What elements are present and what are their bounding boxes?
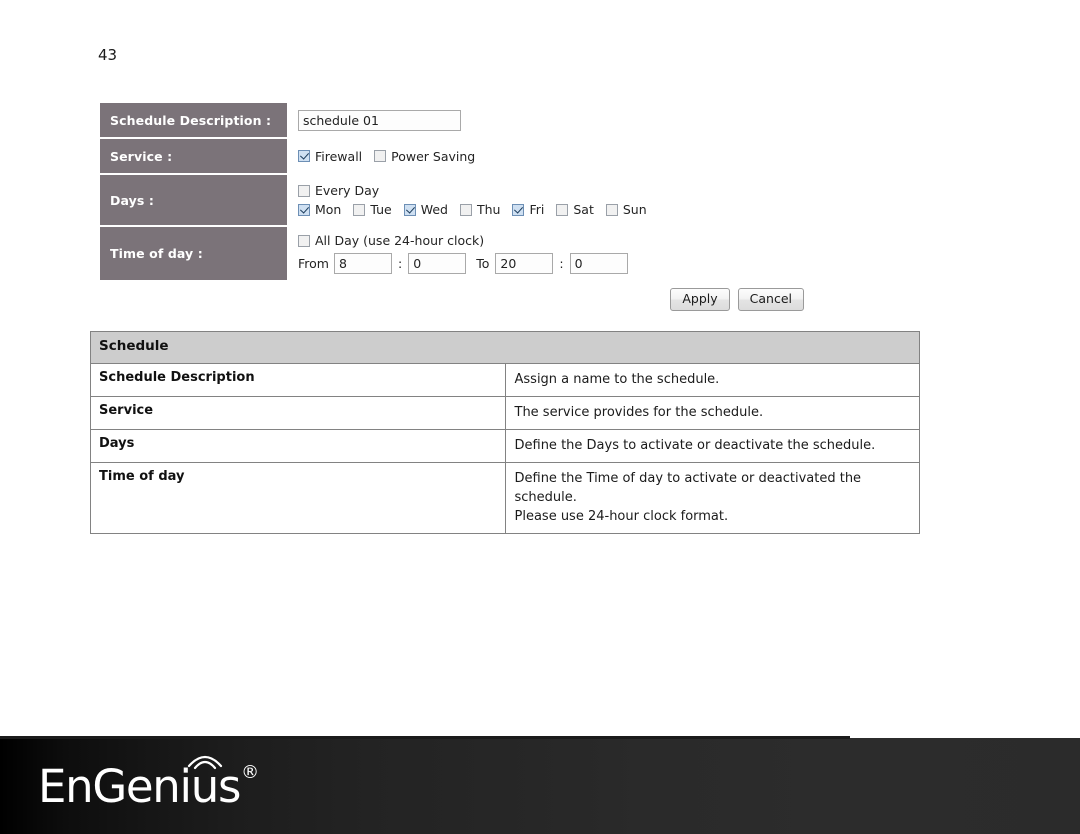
registered-trademark-icon: ® — [241, 762, 260, 783]
table-row: Days Define the Days to activate or deac… — [90, 429, 920, 463]
checkbox-thu[interactable]: Thu — [459, 202, 501, 217]
checkbox-sat-label: Sat — [573, 202, 594, 217]
checkbox-tue-box[interactable] — [353, 203, 366, 216]
every-day-group: Every Day — [298, 183, 920, 198]
table-value-days: Define the Days to activate or deactivat… — [504, 429, 920, 463]
page-footer: EnGenius ® — [0, 736, 1080, 834]
to-minute-input[interactable] — [569, 253, 628, 274]
table-value-service: The service provides for the schedule. — [504, 396, 920, 430]
table-key-schedule-description: Schedule Description — [90, 363, 506, 397]
from-hour-input[interactable] — [333, 253, 392, 274]
engenius-logo-wordmark: EnGenius — [38, 755, 241, 809]
table-header-schedule: Schedule — [90, 331, 920, 364]
checkbox-firewall-label: Firewall — [315, 148, 363, 164]
apply-button[interactable]: Apply — [670, 288, 730, 311]
schedule-help-table: Schedule Schedule Description Assign a n… — [90, 331, 920, 534]
checkbox-all-day-box[interactable] — [298, 234, 310, 247]
form-row-schedule-description: Schedule Description : — [100, 103, 920, 137]
table-key-days: Days — [90, 429, 506, 463]
checkbox-mon[interactable]: Mon — [298, 202, 341, 217]
cancel-button[interactable]: Cancel — [737, 288, 804, 311]
form-row-days: Days : Every Day Mon Tue Wed Thu Fri Sat… — [100, 175, 920, 225]
checkbox-thu-box[interactable] — [459, 203, 472, 216]
checkbox-every-day-box[interactable] — [298, 184, 310, 197]
from-time-separator: : — [397, 256, 403, 271]
checkbox-mon-box[interactable] — [298, 203, 310, 216]
to-time-separator: : — [559, 256, 564, 271]
label-time-of-day: Time of day : — [100, 227, 287, 280]
checkbox-wed[interactable]: Wed — [403, 202, 448, 217]
checkbox-tue[interactable]: Tue — [353, 202, 392, 217]
table-value-time-of-day: Define the Time of day to activate or de… — [504, 462, 920, 534]
label-schedule-description: Schedule Description : — [100, 103, 287, 137]
checkbox-every-day-label: Every Day — [315, 183, 380, 198]
field-schedule-description — [287, 103, 920, 137]
checkbox-sun-label: Sun — [622, 202, 647, 217]
checkbox-all-day-label: All Day (use 24-hour clock) — [315, 233, 485, 248]
checkbox-thu-label: Thu — [476, 202, 501, 217]
checkbox-wed-label: Wed — [420, 202, 448, 217]
checkbox-power-saving[interactable]: Power Saving — [374, 149, 475, 164]
footer-top-step — [0, 736, 850, 739]
form-row-service: Service : Firewall Power Saving — [100, 139, 920, 173]
checkbox-firewall[interactable]: Firewall — [298, 149, 362, 164]
checkbox-sun[interactable]: Sun — [605, 202, 647, 217]
checkbox-mon-label: Mon — [315, 202, 342, 217]
to-label: To — [476, 256, 490, 271]
checkbox-all-day[interactable]: All Day (use 24-hour clock) — [298, 233, 484, 248]
table-value-schedule-description: Assign a name to the schedule. — [504, 363, 920, 397]
checkbox-fri[interactable]: Fri — [512, 202, 544, 217]
checkbox-every-day[interactable]: Every Day — [298, 183, 379, 198]
from-minute-input[interactable] — [408, 253, 467, 274]
label-service: Service : — [100, 139, 287, 173]
page-number: 43 — [98, 46, 118, 64]
all-day-group: All Day (use 24-hour clock) — [298, 233, 920, 248]
weekday-checkbox-group: Mon Tue Wed Thu Fri Sat Sun — [298, 202, 920, 217]
table-header-row: Schedule — [90, 331, 920, 364]
checkbox-power-saving-label: Power Saving — [391, 148, 476, 164]
checkbox-tue-label: Tue — [370, 202, 392, 217]
field-days: Every Day Mon Tue Wed Thu Fri Sat Sun — [287, 175, 920, 225]
wifi-signal-icon — [187, 755, 223, 770]
checkbox-fri-label: Fri — [529, 202, 545, 217]
time-range-row: From : To : — [298, 253, 920, 274]
checkbox-firewall-box[interactable] — [298, 150, 310, 162]
checkbox-sat-box[interactable] — [556, 203, 569, 216]
checkbox-sun-box[interactable] — [605, 203, 618, 216]
to-hour-input[interactable] — [495, 253, 554, 274]
form-row-time-of-day: Time of day : All Day (use 24-hour clock… — [100, 227, 920, 280]
checkbox-wed-box[interactable] — [403, 203, 416, 216]
table-row: Time of day Define the Time of day to ac… — [90, 462, 920, 534]
engenius-logo: EnGenius ® — [38, 755, 260, 809]
service-checkbox-group: Firewall Power Saving — [298, 149, 920, 164]
label-days: Days : — [100, 175, 287, 225]
checkbox-sat[interactable]: Sat — [556, 202, 594, 217]
schedule-config-form: Schedule Description : Service : Firewal… — [100, 103, 920, 282]
field-service: Firewall Power Saving — [287, 139, 920, 173]
field-time-of-day: All Day (use 24-hour clock) From : To : — [287, 227, 920, 280]
table-key-time-of-day: Time of day — [90, 462, 506, 534]
checkbox-fri-box[interactable] — [512, 203, 525, 216]
form-actions: Apply Cancel — [100, 288, 804, 311]
table-key-service: Service — [90, 396, 506, 430]
table-row: Schedule Description Assign a name to th… — [90, 363, 920, 397]
table-value-time-of-day-line1: Define the Time of day to activate or de… — [514, 471, 862, 505]
table-value-time-of-day-line2: Please use 24-hour clock format. — [514, 509, 729, 524]
checkbox-power-saving-box[interactable] — [374, 150, 387, 162]
table-row: Service The service provides for the sch… — [90, 396, 920, 430]
from-label: From — [298, 256, 329, 271]
schedule-description-input[interactable] — [298, 109, 461, 131]
